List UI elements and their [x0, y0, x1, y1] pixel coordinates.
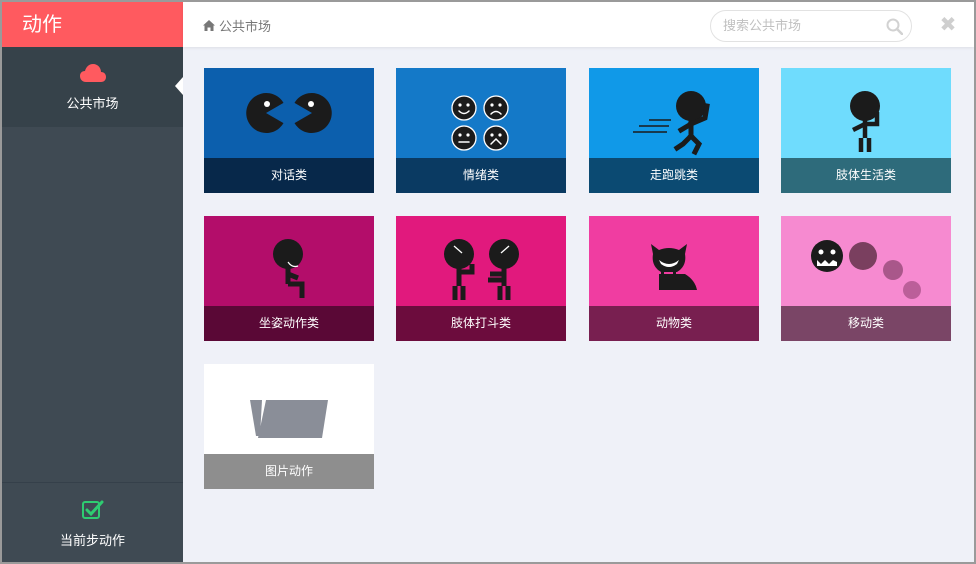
cloud-icon — [79, 64, 106, 87]
category-card-body-fighting[interactable]: 肢体打斗类 — [396, 216, 566, 341]
breadcrumb: 公共市场 — [203, 16, 271, 35]
sitting-figure-icon — [204, 216, 374, 306]
close-icon[interactable]: ✖ — [938, 14, 958, 34]
sidebar-title: 动作 — [2, 2, 183, 47]
fighting-figures-icon — [396, 216, 566, 306]
standing-figure-icon — [781, 68, 951, 158]
category-label: 移动类 — [781, 306, 951, 341]
pacman-faces-icon — [204, 68, 374, 158]
devil-cat-icon — [589, 216, 759, 306]
rolling-balls-icon — [781, 216, 951, 306]
category-card-animals[interactable]: 动物类 — [589, 216, 759, 341]
category-card-movement[interactable]: 移动类 — [781, 216, 951, 341]
sidebar-item-current-step-actions[interactable]: 当前步动作 — [2, 482, 183, 562]
sidebar: 动作 公共市场 当前步动作 — [2, 2, 183, 562]
category-card-walk-run-jump[interactable]: 走跑跳类 — [589, 68, 759, 193]
sidebar-item-public-market[interactable]: 公共市场 — [2, 47, 183, 127]
search-input[interactable] — [723, 11, 888, 41]
emotion-faces-icon — [396, 68, 566, 158]
category-card-body-life[interactable]: 肢体生活类 — [781, 68, 951, 193]
category-label: 对话类 — [204, 158, 374, 193]
category-label: 肢体打斗类 — [396, 306, 566, 341]
active-pointer — [175, 77, 183, 95]
category-label: 肢体生活类 — [781, 158, 951, 193]
breadcrumb-current[interactable]: 公共市场 — [219, 16, 271, 35]
category-card-image-actions[interactable]: 图片动作 — [204, 364, 374, 489]
category-card-sitting[interactable]: 坐姿动作类 — [204, 216, 374, 341]
category-card-dialogue[interactable]: 对话类 — [204, 68, 374, 193]
checkbox-checked-icon — [81, 500, 104, 524]
image-frame-icon — [204, 364, 374, 454]
home-icon[interactable] — [203, 20, 215, 31]
running-figure-icon — [589, 68, 759, 158]
category-label: 走跑跳类 — [589, 158, 759, 193]
category-label: 图片动作 — [204, 454, 374, 489]
category-card-emotion[interactable]: 情绪类 — [396, 68, 566, 193]
category-label: 情绪类 — [396, 158, 566, 193]
top-bar: 公共市场 ✖ — [183, 2, 974, 47]
category-label: 坐姿动作类 — [204, 306, 374, 341]
sidebar-footer-label: 当前步动作 — [59, 534, 125, 549]
category-label: 动物类 — [589, 306, 759, 341]
search-box — [710, 10, 912, 42]
sidebar-item-label: 公共市场 — [66, 97, 119, 112]
search-icon[interactable] — [886, 18, 904, 39]
app-window: 动作 公共市场 当前步动作 公共市场 搜索公共市场 ✖ 对话类 情绪类 走跑跳类… — [0, 0, 976, 564]
